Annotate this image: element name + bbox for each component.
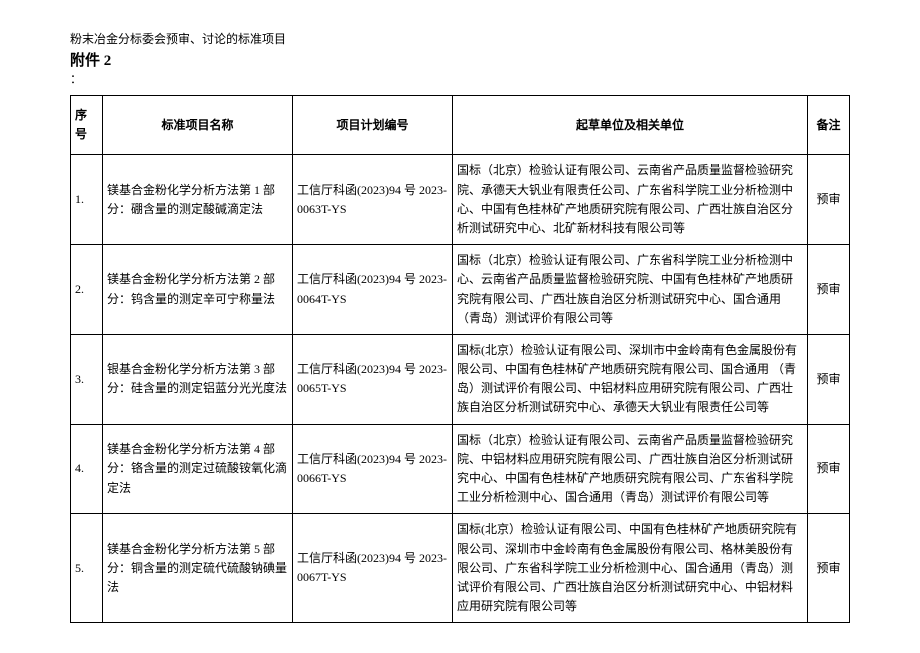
header-plan: 项目计划编号 [293, 96, 453, 155]
cell-plan: 工信厅科函(2023)94 号 2023-0067T-YS [293, 514, 453, 623]
header-name: 标准项目名称 [103, 96, 293, 155]
table-row: 2. 镁基合金粉化学分析方法第 2 部分：钨含量的测定辛可宁称量法 工信厅科函(… [71, 245, 850, 335]
standards-table: 序号 标准项目名称 项目计划编号 起草单位及相关单位 备注 1. 镁基合金粉化学… [70, 95, 850, 623]
cell-units: 国标(北京）检验认证有限公司、深圳市中金岭南有色金属股份有限公司、中国有色桂林矿… [453, 334, 808, 424]
cell-note: 预审 [808, 424, 850, 514]
cell-name: 银基合金粉化学分析方法第 3 部分：硅含量的测定铝蓝分光光度法 [103, 334, 293, 424]
header-note: 备注 [808, 96, 850, 155]
cell-name: 镁基合金粉化学分析方法第 1 部分：硼含量的测定酸碱滴定法 [103, 155, 293, 245]
header-units: 起草单位及相关单位 [453, 96, 808, 155]
table-row: 5. 镁基合金粉化学分析方法第 5 部分：铜含量的测定硫代硫酸钠碘量法 工信厅科… [71, 514, 850, 623]
cell-name: 镁基合金粉化学分析方法第 4 部分：铬含量的测定过硫酸铵氧化滴定法 [103, 424, 293, 514]
cell-seq: 2. [71, 245, 103, 335]
table-row: 4. 镁基合金粉化学分析方法第 4 部分：铬含量的测定过硫酸铵氧化滴定法 工信厅… [71, 424, 850, 514]
cell-seq: 3. [71, 334, 103, 424]
cell-note: 预审 [808, 514, 850, 623]
cell-units: 国标（北京）检验认证有限公司、广东省科学院工业分析检测中心、云南省产品质量监督检… [453, 245, 808, 335]
cell-units: 国标(北京）检验认证有限公司、中国有色桂林矿产地质研究院有限公司、深圳市中金岭南… [453, 514, 808, 623]
cell-name: 镁基合金粉化学分析方法第 2 部分：钨含量的测定辛可宁称量法 [103, 245, 293, 335]
table-row: 3. 银基合金粉化学分析方法第 3 部分：硅含量的测定铝蓝分光光度法 工信厅科函… [71, 334, 850, 424]
table-body: 1. 镁基合金粉化学分析方法第 1 部分：硼含量的测定酸碱滴定法 工信厅科函(2… [71, 155, 850, 623]
cell-seq: 1. [71, 155, 103, 245]
table-header-row: 序号 标准项目名称 项目计划编号 起草单位及相关单位 备注 [71, 96, 850, 155]
document-header: 粉末冶金分标委会预审、讨论的标准项目 附件 2 ： [70, 30, 850, 87]
cell-units: 国标（北京）检验认证有限公司、云南省产品质量监督检验研究院、中铝材料应用研究院有… [453, 424, 808, 514]
cell-plan: 工信厅科函(2023)94 号 2023-0064T-YS [293, 245, 453, 335]
document-title: 粉末冶金分标委会预审、讨论的标准项目 [70, 30, 850, 47]
cell-note: 预审 [808, 245, 850, 335]
colon-mark: ： [70, 70, 850, 87]
header-seq: 序号 [71, 96, 103, 155]
cell-plan: 工信厅科函(2023)94 号 2023-0063T-YS [293, 155, 453, 245]
cell-plan: 工信厅科函(2023)94 号 2023-0065T-YS [293, 334, 453, 424]
table-row: 1. 镁基合金粉化学分析方法第 1 部分：硼含量的测定酸碱滴定法 工信厅科函(2… [71, 155, 850, 245]
cell-units: 国标（北京）检验认证有限公司、云南省产品质量监督检验研究院、承德天大钒业有限责任… [453, 155, 808, 245]
cell-seq: 5. [71, 514, 103, 623]
attachment-label: 附件 2 [70, 49, 850, 70]
cell-note: 预审 [808, 334, 850, 424]
cell-name: 镁基合金粉化学分析方法第 5 部分：铜含量的测定硫代硫酸钠碘量法 [103, 514, 293, 623]
cell-seq: 4. [71, 424, 103, 514]
cell-note: 预审 [808, 155, 850, 245]
cell-plan: 工信厅科函(2023)94 号 2023-0066T-YS [293, 424, 453, 514]
